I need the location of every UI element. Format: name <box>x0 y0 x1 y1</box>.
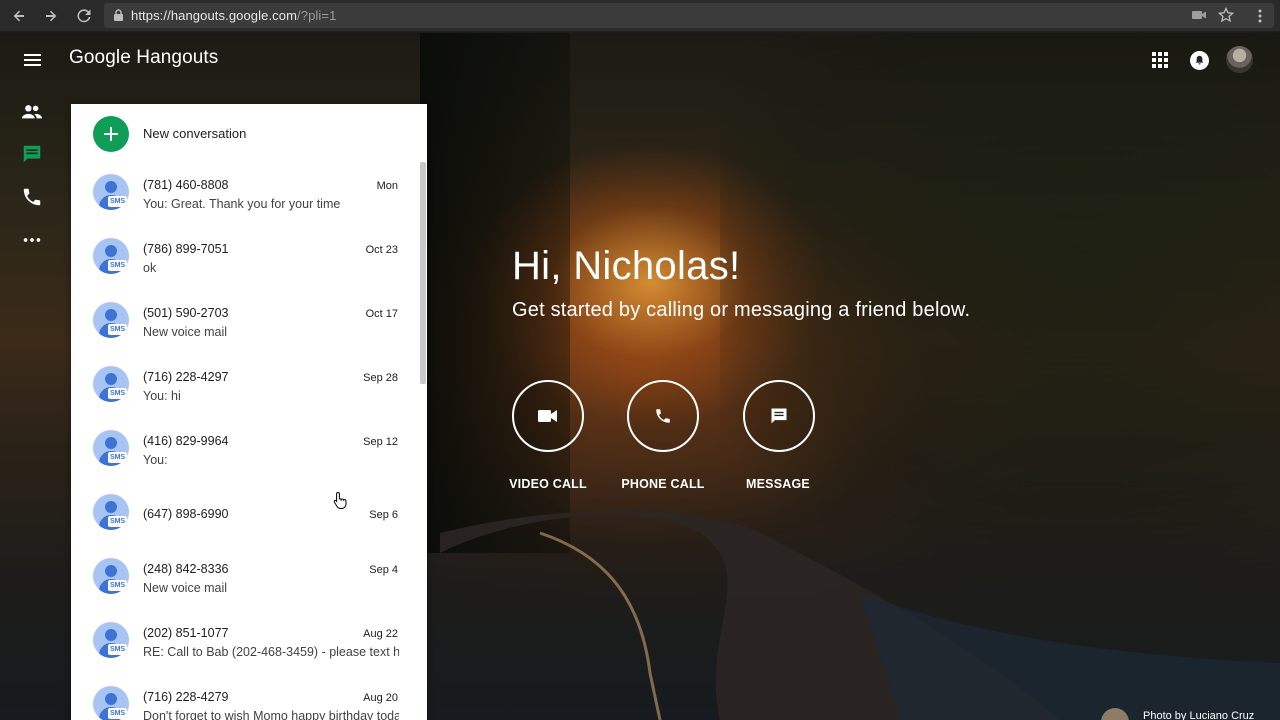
sms-badge: SMS <box>108 388 128 399</box>
sms-badge: SMS <box>108 580 128 591</box>
conversation-item[interactable]: SMS (716) 228-4297 Sep 28 You: hi <box>71 354 427 418</box>
conversation-date: Sep 28 <box>363 372 398 384</box>
lock-icon <box>114 9 123 21</box>
conversation-item[interactable]: SMS (248) 842-8336 Sep 4 New voice mail <box>71 546 427 610</box>
conversation-snippet: You: Great. Thank you for your time <box>143 197 341 211</box>
apps-grid-icon[interactable] <box>1151 51 1169 69</box>
conversation-item[interactable]: SMS (786) 899-7051 Oct 23 ok <box>71 226 427 290</box>
hand-cursor-icon <box>333 491 347 509</box>
conversation-item[interactable]: SMS (501) 590-2703 Oct 17 New voice mail <box>71 290 427 354</box>
phone-call-button[interactable] <box>627 380 699 452</box>
conversation-panel: New conversation SMS (781) 460-8808 Mon … <box>71 104 427 720</box>
conversation-name: (786) 899-7051 <box>143 242 229 256</box>
new-conversation-button[interactable]: New conversation <box>71 104 427 162</box>
browser-toolbar: https://hangouts.google.com/?pli=1 <box>0 0 1280 32</box>
conversation-item[interactable]: SMS (716) 228-4279 Aug 20 Don't forget t… <box>71 674 427 720</box>
videocam-icon <box>538 410 557 422</box>
greeting-heading: Hi, Nicholas! <box>512 244 741 288</box>
conversation-item[interactable]: SMS (647) 898-6990 Sep 6 <box>71 482 427 546</box>
conversation-date: Aug 20 <box>363 692 398 704</box>
notifications-icon[interactable] <box>1190 51 1209 70</box>
conversation-snippet: New voice mail <box>143 325 228 339</box>
sms-badge: SMS <box>108 452 128 463</box>
reload-icon[interactable] <box>70 0 98 32</box>
sms-badge: SMS <box>108 324 128 335</box>
conversation-name: (647) 898-6990 <box>143 507 229 521</box>
conversation-date: Sep 6 <box>369 509 398 521</box>
conversation-snippet: Don't forget to wish Momo happy birthday… <box>143 709 399 720</box>
video-call-button[interactable] <box>512 380 584 452</box>
conversation-name: (202) 851-1077 <box>143 626 229 640</box>
people-icon[interactable] <box>21 101 43 123</box>
conversation-date: Oct 23 <box>365 244 398 256</box>
conversation-snippet: You: hi <box>143 389 181 403</box>
star-icon[interactable] <box>1218 7 1234 23</box>
conversation-date: Oct 17 <box>365 308 398 320</box>
plus-icon <box>93 116 129 152</box>
message-button[interactable] <box>743 380 815 452</box>
photo-credit[interactable]: Photo by Luciano Cruz <box>1143 710 1254 720</box>
conversation-date: Mon <box>376 180 398 192</box>
camera-icon[interactable] <box>1191 7 1207 23</box>
panel-scrollbar[interactable] <box>420 162 426 384</box>
conversation-snippet: New voice mail <box>143 581 228 595</box>
conversation-list: SMS (781) 460-8808 Mon You: Great. Thank… <box>71 162 427 720</box>
sms-badge: SMS <box>108 196 128 207</box>
message-label: MESSAGE <box>746 477 810 491</box>
forward-icon[interactable] <box>37 0 65 32</box>
sms-badge: SMS <box>108 708 128 719</box>
conversation-name: (716) 228-4279 <box>143 690 229 704</box>
conversation-snippet: You: <box>143 453 168 467</box>
new-conversation-label: New conversation <box>143 126 247 141</box>
more-vert-icon[interactable] <box>1254 8 1266 24</box>
conversation-date: Sep 12 <box>363 436 398 448</box>
conversation-snippet: ok <box>143 261 157 275</box>
menu-icon[interactable] <box>20 48 44 72</box>
phone-icon <box>656 409 670 423</box>
conversation-name: (501) 590-2703 <box>143 306 229 320</box>
more-icon[interactable] <box>21 229 43 251</box>
conversation-item[interactable]: SMS (781) 460-8808 Mon You: Great. Thank… <box>71 162 427 226</box>
phone-call-label: PHONE CALL <box>621 477 705 491</box>
conversation-name: (716) 228-4297 <box>143 370 229 384</box>
sms-badge: SMS <box>108 516 128 527</box>
conversation-date: Aug 22 <box>363 628 398 640</box>
conversation-snippet: RE: Call to Bab (202-468-3459) - please … <box>143 645 399 659</box>
address-bar[interactable]: https://hangouts.google.com/?pli=1 <box>104 3 1274 28</box>
phone-icon[interactable] <box>21 186 43 208</box>
chat-icon[interactable] <box>21 143 43 165</box>
message-icon <box>771 408 787 424</box>
conversation-name: (416) 829-9964 <box>143 434 229 448</box>
account-avatar[interactable] <box>1226 46 1253 73</box>
video-call-label: VIDEO CALL <box>509 477 587 491</box>
back-icon[interactable] <box>5 0 33 32</box>
conversation-name: (781) 460-8808 <box>143 178 229 192</box>
app-title: Google Hangouts <box>69 47 219 68</box>
greeting-subtitle: Get started by calling or messaging a fr… <box>512 299 971 321</box>
conversation-item[interactable]: SMS (416) 829-9964 Sep 12 You: <box>71 418 427 482</box>
conversation-name: (248) 842-8336 <box>143 562 229 576</box>
conversation-date: Sep 4 <box>369 564 398 576</box>
conversation-item[interactable]: SMS (202) 851-1077 Aug 22 RE: Call to Ba… <box>71 610 427 674</box>
url-text: https://hangouts.google.com/?pli=1 <box>131 8 337 23</box>
sms-badge: SMS <box>108 260 128 271</box>
sms-badge: SMS <box>108 644 128 655</box>
